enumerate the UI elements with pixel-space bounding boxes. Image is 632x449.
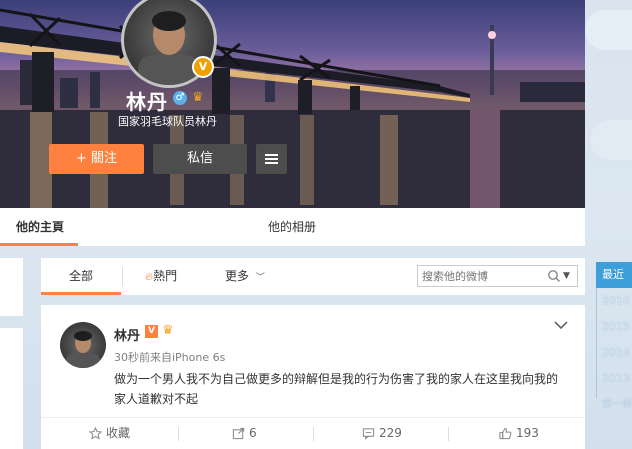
filter-more[interactable]: 更多 ﹀ (225, 258, 265, 295)
menu-icon (265, 154, 278, 156)
star-icon (88, 426, 103, 440)
fire-icon: 🔥︎ (145, 270, 154, 283)
profile-description: 国家羽毛球队员林丹 (118, 115, 217, 128)
tab-home[interactable]: 他的主頁 (16, 208, 64, 246)
weibo-post: 林丹 V ♛ 30秒前来自iPhone 6s 做为一个男人我不为自己做更多的辩解… (41, 305, 585, 449)
message-button[interactable]: 私信 (153, 144, 247, 174)
like-button[interactable]: 193 (499, 418, 539, 449)
chevron-down-icon[interactable] (553, 319, 569, 331)
background-cloud (590, 120, 632, 160)
post-author-name[interactable]: 林丹 (114, 325, 140, 344)
verified-badge-icon: V (192, 56, 214, 78)
verified-badge-icon: V (145, 325, 158, 338)
follow-button[interactable]: + 關注 (49, 144, 144, 174)
post-text: 做为一个男人我不为自己做更多的辩解但是我的行为伤害了我的家人在这里我向我的家人道… (114, 372, 559, 406)
divider (313, 427, 314, 441)
share-icon (232, 427, 245, 440)
comment-icon (362, 428, 375, 440)
filter-active-indicator (41, 292, 121, 295)
post-avatar[interactable] (60, 322, 106, 368)
post-meta[interactable]: 30秒前来自iPhone 6s (114, 349, 225, 365)
year-item[interactable]: 2013 (596, 366, 632, 392)
divider (448, 427, 449, 441)
tab-active-indicator (0, 243, 78, 246)
feed-search-box: ▼ (417, 265, 578, 287)
share-count: 6 (249, 426, 257, 440)
like-count: 193 (516, 426, 539, 440)
profile-name: 林丹 (126, 90, 168, 114)
comment-button[interactable]: 229 (362, 418, 402, 449)
comment-count: 229 (379, 426, 402, 440)
left-sidebar-card (0, 258, 23, 316)
year-item[interactable]: 2015 (596, 314, 632, 340)
divider (122, 267, 123, 287)
profile-tab-bar: 他的主頁 他的相册 (0, 208, 585, 246)
filter-hot-label: 熱門 (153, 269, 178, 283)
share-button[interactable]: 6 (232, 418, 257, 449)
year-item[interactable]: 2014 (596, 340, 632, 366)
vip-crown-icon[interactable]: ♛ (162, 323, 174, 338)
favorite-button[interactable]: 收藏 (88, 418, 131, 449)
year-navigation: 最近 2016 2015 2014 2013 第一條 (596, 262, 632, 418)
profile-banner (0, 0, 585, 208)
feed-search-input[interactable] (422, 268, 532, 284)
chevron-down-icon: ﹀ (255, 273, 265, 283)
search-icon[interactable] (547, 269, 561, 283)
search-dropdown-icon[interactable]: ▼ (563, 269, 575, 283)
filter-hot[interactable]: 🔥︎熱門 (145, 258, 177, 295)
male-icon: ♂ (173, 91, 187, 105)
more-menu-button[interactable] (256, 144, 287, 174)
year-item[interactable]: 2016 (596, 288, 632, 314)
year-first[interactable]: 第一條 (596, 392, 632, 418)
banner-bridge-scene (0, 8, 585, 208)
left-sidebar-card (0, 328, 23, 449)
year-recent[interactable]: 最近 (596, 262, 632, 288)
thumbs-up-icon (499, 427, 512, 440)
filter-more-label: 更多 (225, 269, 250, 283)
filter-all[interactable]: 全部 (41, 258, 121, 295)
vip-crown-icon[interactable]: ♛ (192, 90, 208, 106)
divider (178, 427, 179, 441)
tab-album[interactable]: 他的相册 (268, 208, 316, 246)
background-cloud (585, 10, 632, 50)
feed-filter-bar: 全部 🔥︎熱門 更多 ﹀ ▼ (41, 258, 585, 295)
favorite-label: 收藏 (106, 426, 131, 440)
